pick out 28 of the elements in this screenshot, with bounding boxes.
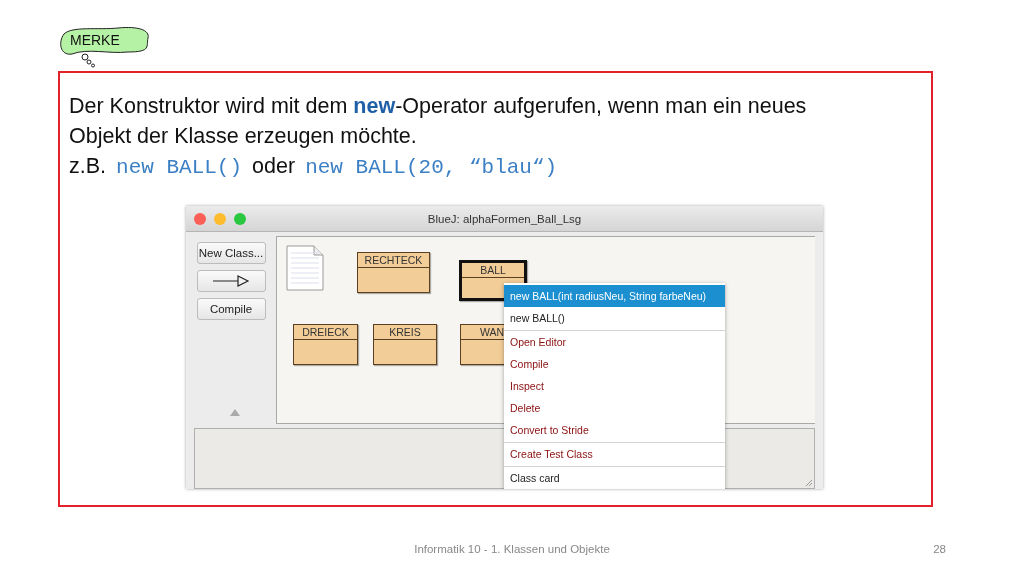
zoom-icon[interactable] xyxy=(234,212,246,225)
arrow-button[interactable] xyxy=(196,270,266,292)
class-box[interactable]: DREIECK xyxy=(293,324,358,365)
resize-grip-icon[interactable] xyxy=(806,480,812,486)
toolbar-button[interactable]: Compile xyxy=(196,298,266,320)
example-text: z.B. xyxy=(69,153,107,180)
page-number: 28 xyxy=(933,543,946,555)
class-box[interactable]: KREIS xyxy=(373,324,437,365)
footer-text: Informatik 10 - 1. Klassen und Objekte xyxy=(414,543,610,555)
code-snippet: new BALL(20, “blau“) xyxy=(305,155,558,181)
menu-item[interactable]: new BALL(int radiusNeu, String farbeNeu) xyxy=(504,285,725,307)
menu-item[interactable]: Delete xyxy=(504,397,725,419)
window-title: BlueJ: alphaFormen_Ball_Lsg xyxy=(427,212,582,225)
menu-item[interactable]: Convert to Stride xyxy=(504,419,725,441)
class-box[interactable]: RECHTECK xyxy=(357,252,430,293)
minimize-icon[interactable] xyxy=(214,212,226,225)
callout-label: MERKE xyxy=(70,32,120,48)
note-text: Der Konstruktor wird mit dem new-Operator aufgerufen, wenn man ein neues Objekt der Klasse erzeugen möchte. xyxy=(69,93,808,150)
close-icon[interactable] xyxy=(194,212,206,225)
code-snippet: new BALL() xyxy=(116,155,243,181)
example-text: oder xyxy=(252,153,296,180)
document-icon[interactable] xyxy=(286,245,324,291)
toolbar-button[interactable]: New Class... xyxy=(196,242,266,264)
menu-item[interactable]: Class card xyxy=(504,467,725,489)
menu-item[interactable]: Create Test Class xyxy=(504,443,725,465)
arrow-icon xyxy=(212,275,250,287)
menu-item[interactable]: Inspect xyxy=(504,375,725,397)
scroll-up-icon[interactable] xyxy=(230,409,240,416)
